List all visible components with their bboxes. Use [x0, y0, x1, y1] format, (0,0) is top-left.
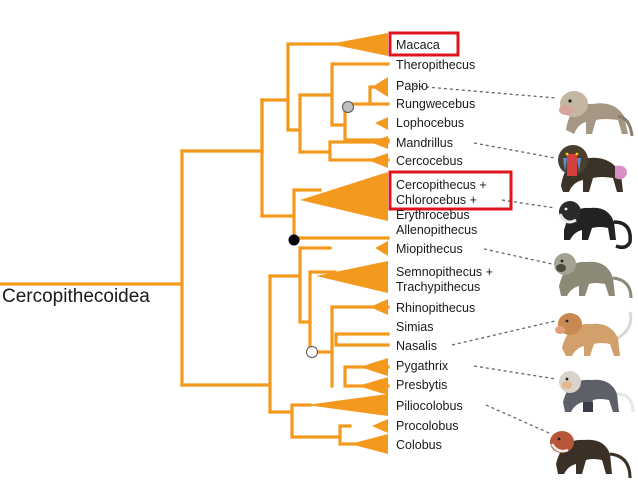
taxon-label-colobus: Colobus	[396, 438, 442, 452]
root-label: Cercopithecoidea	[2, 286, 150, 307]
taxon-label-mandrillus: Mandrillus	[396, 136, 453, 150]
guenon-icon	[558, 201, 632, 250]
taxon-label-theropithecus: Theropithecus	[396, 58, 475, 72]
taxon-label-macaca: Macaca	[396, 38, 440, 52]
red-colobus-icon	[550, 431, 632, 479]
taxon-label-pygathrix: Pygathrix	[396, 359, 449, 373]
langur-icon	[554, 253, 633, 299]
douc-icon	[559, 371, 635, 413]
taxon-label-simias: Simias	[396, 320, 434, 334]
taxon-label-piliocolobus: Piliocolobus	[396, 399, 463, 413]
clade-triangle-pygathrix	[360, 358, 388, 376]
taxon-label-allenopithecus: Allenopithecus	[396, 223, 477, 237]
leader-miopithecus	[483, 248, 553, 265]
taxon-label-rhinopithecus: Rhinopithecus	[396, 301, 475, 315]
taxon-label-chlorocebus: Chlorocebus +	[396, 193, 477, 207]
taxon-label-papio: Papio	[396, 79, 428, 93]
node-marker-white	[306, 346, 318, 358]
tree-branches	[0, 42, 390, 446]
clade-triangle-presbytis	[358, 377, 388, 395]
taxon-label-cercopithecus: Cercopithecus +	[396, 178, 487, 192]
clade-triangle-miopithecus	[375, 241, 388, 256]
node-marker-black	[288, 234, 300, 246]
node-marker-gray	[342, 101, 354, 113]
clade-triangle-piliocolobus	[306, 394, 388, 416]
clade-triangle-macaca	[330, 33, 388, 56]
taxon-label-trachypithecus: Trachypithecus	[396, 280, 480, 294]
taxon-label-miopithecus: Miopithecus	[396, 242, 463, 256]
taxon-labels: Cercopithecoidea Macaca Theropithecus Pa…	[2, 38, 493, 452]
clade-triangle-lophocebus	[375, 117, 388, 130]
taxon-label-rungwecebus: Rungwecebus	[396, 97, 475, 111]
taxon-label-procolobus: Procolobus	[396, 419, 459, 433]
leader-piliocolobus	[485, 404, 550, 434]
phylogeny-figure: Cercopithecoidea Macaca Theropithecus Pa…	[0, 0, 638, 484]
phylogenetic-tree: Cercopithecoidea Macaca Theropithecus Pa…	[0, 31, 635, 479]
proboscis-monkey-icon	[555, 311, 633, 356]
taxon-label-lophocebus: Lophocebus	[396, 116, 464, 130]
clade-triangle-mandrillus	[370, 136, 388, 149]
clade-triangle-colobus	[350, 434, 388, 454]
colobinae-branch	[180, 274, 272, 414]
leader-mandrillus	[473, 142, 556, 159]
taxon-label-semnopithecus: Semnopithecus +	[396, 265, 493, 279]
clade-triangle-langurs	[316, 261, 388, 293]
cercopithecinae-branch	[180, 98, 264, 153]
monkey-illustrations	[550, 91, 635, 479]
clade-triangle-guenons	[300, 172, 388, 221]
taxon-label-nasalis: Nasalis	[396, 339, 437, 353]
clade-triangle-rhinopithecus	[370, 299, 388, 315]
taxon-label-erythrocebus: Erythrocebus	[396, 208, 470, 222]
clade-triangle-papio	[372, 77, 388, 97]
clade-triangle-procolobus	[372, 419, 388, 433]
leader-nasalis	[451, 320, 556, 346]
taxon-label-cercocebus: Cercocebus	[396, 154, 463, 168]
baboon-icon	[559, 91, 634, 137]
clade-triangle-cercocebus	[368, 153, 388, 168]
leader-pygathrix	[473, 365, 557, 380]
colobinae-african	[268, 403, 342, 439]
mandrill-icon	[558, 145, 627, 192]
taxon-label-presbytis: Presbytis	[396, 378, 447, 392]
